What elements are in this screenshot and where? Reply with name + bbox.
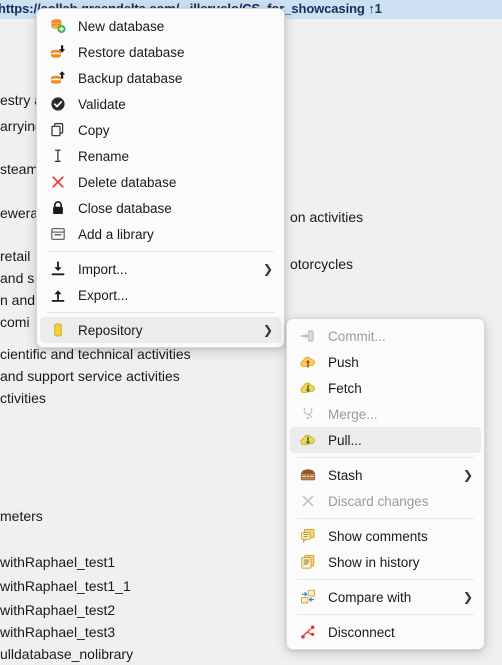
repository-cylinder-icon <box>47 321 69 339</box>
history-doc-icon <box>297 553 319 571</box>
background-text-fragment: and support service activities <box>0 368 180 384</box>
database-restore-icon <box>47 43 69 61</box>
database-add-icon <box>47 17 69 35</box>
menu-item-show-in-history[interactable]: Show in history <box>290 549 481 575</box>
menu-item-backup-database[interactable]: Backup database <box>40 65 281 91</box>
menu-item-label: Fetch <box>328 380 362 396</box>
menu-item-label: Restore database <box>78 44 185 60</box>
menu-item-label: Validate <box>78 96 126 112</box>
export-up-icon <box>47 286 69 304</box>
menu-item-label: Discard changes <box>328 493 429 509</box>
menu-item-label: Stash <box>328 467 363 483</box>
merge-icon <box>297 405 319 423</box>
menu-item-label: Show comments <box>328 528 428 544</box>
cloud-pull-icon <box>297 431 319 449</box>
background-text-fragment: withRaphael_test1_1 <box>0 578 131 594</box>
background-text-fragment: ctivities <box>0 390 46 406</box>
background-text-fragment: ewera <box>0 205 39 221</box>
menu-item-restore-database[interactable]: Restore database <box>40 39 281 65</box>
commit-icon <box>297 327 319 345</box>
menu-item-validate[interactable]: Validate <box>40 91 281 117</box>
background-text-fragment: ulldatabase_nolibrary <box>0 646 134 662</box>
menu-item-label: Disconnect <box>328 624 395 640</box>
copy-icon <box>47 121 69 139</box>
background-text-fragment: withRaphael_test2 <box>0 602 116 618</box>
menu-item-commit: Commit... <box>290 323 481 349</box>
menu-item-new-database[interactable]: New database <box>40 13 281 39</box>
chevron-right-icon: ❯ <box>462 468 473 482</box>
library-box-icon <box>47 225 69 243</box>
menu-item-label: Repository <box>78 322 143 338</box>
menu-item-label: Merge... <box>328 406 378 422</box>
menu-item-export[interactable]: Export... <box>40 282 281 308</box>
menu-item-delete-database[interactable]: Delete database <box>40 169 281 195</box>
background-text-fragment: steam <box>0 161 39 177</box>
menu-item-label: Backup database <box>78 70 183 86</box>
database-context-menu[interactable]: New database Restore database Backup datab… <box>36 8 285 348</box>
check-circle-icon <box>47 95 69 113</box>
menu-item-label: Close database <box>78 200 172 216</box>
menu-item-close-database[interactable]: Close database <box>40 195 281 221</box>
menu-item-label: New database <box>78 18 165 34</box>
chevron-right-icon: ❯ <box>262 262 273 276</box>
menu-separator <box>297 614 474 615</box>
background-text-fragment: n and <box>0 292 36 308</box>
menu-item-add-a-library[interactable]: Add a library <box>40 221 281 247</box>
cloud-fetch-icon <box>297 379 319 397</box>
menu-item-label: Show in history <box>328 554 420 570</box>
menu-item-label: Compare with <box>328 589 412 605</box>
gray-x-icon <box>297 492 319 510</box>
menu-item-repository[interactable]: Repository ❯ <box>40 317 281 343</box>
menu-item-stash[interactable]: Stash ❯ <box>290 462 481 488</box>
background-text-fragment: and s <box>0 270 35 286</box>
menu-item-push[interactable]: Push <box>290 349 481 375</box>
compare-icon <box>297 588 319 606</box>
repository-submenu[interactable]: Commit... Push Fetch Merge... Pull... Stash ❯ D… <box>286 318 485 650</box>
menu-item-discard-changes: Discard changes <box>290 488 481 514</box>
background-text-fragment: meters <box>0 508 43 524</box>
disconnect-icon <box>297 623 319 641</box>
chevron-right-icon: ❯ <box>462 590 473 604</box>
menu-separator <box>47 251 274 252</box>
background-text-fragment: cientific and technical activities <box>0 346 191 362</box>
menu-item-label: Import... <box>78 261 128 277</box>
menu-item-show-comments[interactable]: Show comments <box>290 523 481 549</box>
text-cursor-icon <box>47 147 69 165</box>
menu-separator <box>47 312 274 313</box>
menu-separator <box>297 579 474 580</box>
menu-item-merge: Merge... <box>290 401 481 427</box>
menu-item-rename[interactable]: Rename <box>40 143 281 169</box>
background-text-fragment: comi <box>0 314 30 330</box>
chevron-right-icon: ❯ <box>262 323 273 337</box>
lock-icon <box>47 199 69 217</box>
menu-item-label: Commit... <box>328 328 386 344</box>
menu-item-disconnect[interactable]: Disconnect <box>290 619 481 645</box>
stash-chest-icon <box>297 466 319 484</box>
menu-item-fetch[interactable]: Fetch <box>290 375 481 401</box>
background-text-fragment: otorcycles <box>290 256 354 272</box>
menu-item-label: Copy <box>78 122 110 138</box>
menu-item-compare-with[interactable]: Compare with ❯ <box>290 584 481 610</box>
background-text-fragment: on activities <box>290 209 364 225</box>
menu-item-import[interactable]: Import... ❯ <box>40 256 281 282</box>
menu-item-label: Export... <box>78 287 129 303</box>
menu-item-label: Delete database <box>78 174 177 190</box>
menu-item-copy[interactable]: Copy <box>40 117 281 143</box>
red-x-icon <box>47 173 69 191</box>
database-backup-icon <box>47 69 69 87</box>
background-text-fragment: withRaphael_test1 <box>0 554 116 570</box>
background-text-fragment: withRaphael_test3 <box>0 624 116 640</box>
menu-item-label: Add a library <box>78 226 154 242</box>
menu-item-label: Push <box>328 354 359 370</box>
menu-item-pull[interactable]: Pull... <box>290 427 481 453</box>
menu-separator <box>297 457 474 458</box>
cloud-push-icon <box>297 353 319 371</box>
menu-separator <box>297 518 474 519</box>
menu-item-label: Pull... <box>328 432 362 448</box>
background-text-fragment: retail <box>0 248 31 264</box>
comment-icon <box>297 527 319 545</box>
import-down-icon <box>47 260 69 278</box>
menu-item-label: Rename <box>78 148 130 164</box>
